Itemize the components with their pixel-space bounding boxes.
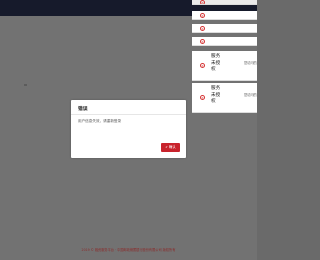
close-circle-icon: × [200,39,205,44]
notification-item[interactable]: × 服务未授权 您访问的服务未授权 [192,83,257,113]
close-circle-icon: × [200,95,205,100]
background-mark [24,84,27,86]
check-icon: ✔ [165,145,168,149]
notification-description: 您访问的服务未授权 [244,93,257,97]
notification-item[interactable]: × 服务未授权 您访问的服务未授权 [192,51,257,81]
dialog-message: 用户信息失效，请重新登录 [78,119,122,123]
notification-item[interactable]: × [192,24,257,33]
confirm-button-label: 确认 [168,145,176,149]
footer-copyright: 2019 © 融资服务平台 · 中国邮政储蓄银行股份有限公司 版权所有 [81,248,176,252]
notification-title: 服务未授权 [211,86,221,104]
confirm-button[interactable]: ✔确认 [161,143,180,152]
notification-title: 服务未授权 [211,54,221,72]
notification-description: 您访问的服务未授权 [244,61,257,65]
close-circle-icon: × [200,13,205,18]
error-dialog: 错误 用户信息失效，请重新登录 ✔确认 [71,100,186,158]
notification-item[interactable]: × [192,0,257,5]
close-circle-icon: × [200,0,205,5]
close-circle-icon: × [200,63,205,68]
dialog-divider [71,114,186,115]
dialog-title: 错误 [78,107,88,112]
notification-item[interactable]: × [192,11,257,20]
close-circle-icon: × [200,26,205,31]
notification-item[interactable]: × [192,37,257,46]
